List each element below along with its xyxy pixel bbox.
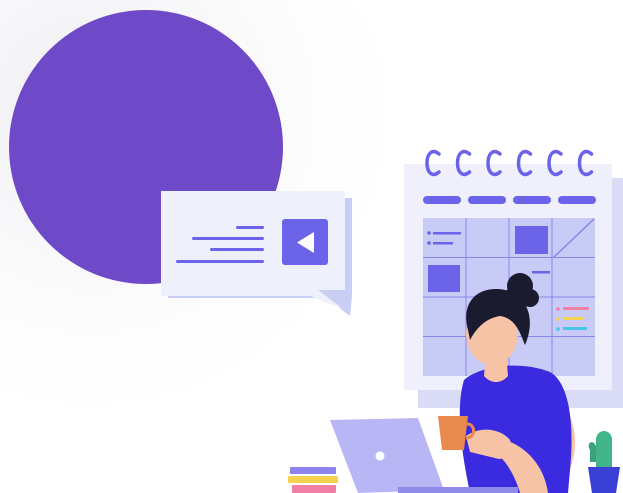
- event-line: [433, 232, 461, 235]
- coffee-cup: [438, 416, 468, 450]
- book-2: [288, 476, 338, 483]
- cactus-arm: [588, 442, 596, 462]
- legend-line-pink: [563, 307, 589, 310]
- event-line: [433, 242, 453, 245]
- laptop-lid: [330, 418, 444, 493]
- calendar-highlight-1: [515, 226, 548, 254]
- event-line: [532, 271, 550, 274]
- laptop-base: [398, 487, 518, 493]
- calendar-highlight-2: [428, 265, 460, 292]
- calendar-header-bar: [423, 196, 461, 204]
- calendar-header-bar: [513, 196, 551, 204]
- cactus-body: [596, 431, 612, 470]
- calendar-header-bar: [468, 196, 506, 204]
- event-dot: [427, 241, 431, 245]
- legend-line-cyan: [563, 327, 587, 330]
- woman-hair-bun: [502, 289, 520, 307]
- legend-line-yellow: [563, 317, 583, 320]
- bubble-line-3: [210, 248, 264, 251]
- legend-dot-cyan: [556, 327, 560, 331]
- bubble-line-2: [192, 237, 264, 240]
- cactus-plant: [588, 431, 620, 493]
- laptop-logo-icon: [375, 451, 385, 461]
- calendar-header-bar: [558, 196, 596, 204]
- plant-pot: [588, 467, 620, 493]
- bubble-line-4: [176, 260, 264, 263]
- bubble-line-1: [236, 226, 264, 229]
- book-stack: [288, 467, 338, 493]
- book-1: [290, 467, 336, 474]
- scene-svg: [0, 0, 623, 493]
- legend-dot-pink: [556, 307, 560, 311]
- illustration-scene: [0, 0, 623, 493]
- legend-dot-yellow: [556, 317, 560, 321]
- book-3: [292, 485, 336, 493]
- event-dot: [427, 231, 431, 235]
- woman-hair-bun: [521, 289, 539, 307]
- message-bubble: [161, 191, 352, 316]
